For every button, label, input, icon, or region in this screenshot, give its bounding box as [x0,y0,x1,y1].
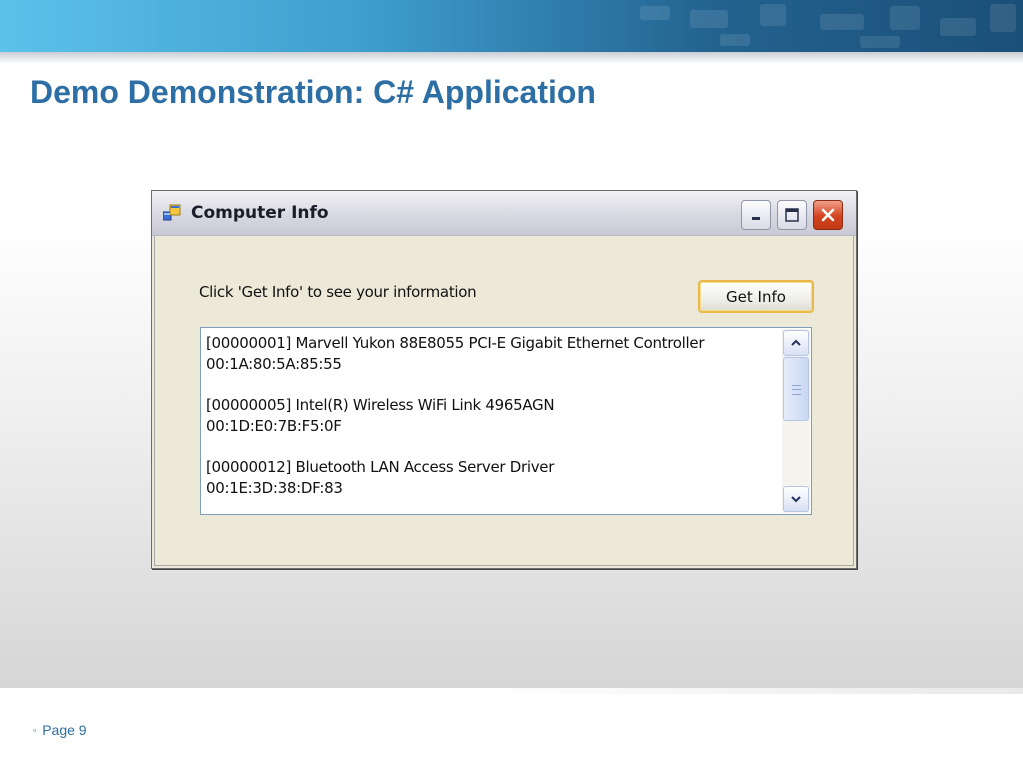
maximize-button[interactable] [777,200,807,230]
banner-shadow [0,52,1023,64]
get-info-button[interactable]: Get Info [698,280,814,313]
slide-title: Demo Demonstration: C# Application [30,74,596,110]
minimize-icon [752,217,760,220]
window-title: Computer Info [191,203,329,223]
list-item[interactable]: [00000012] Bluetooth LAN Access Server D… [206,457,778,478]
application-icon [163,204,181,221]
scroll-down-button[interactable] [783,486,809,512]
minimize-button[interactable] [741,200,771,230]
vertical-scrollbar[interactable] [782,329,810,513]
close-icon [821,208,835,222]
window-titlebar[interactable]: Computer Info [152,191,856,236]
list-item[interactable]: 00:1E:3D:38:DF:83 [206,478,778,499]
list-item[interactable]: 00:1D:E0:7B:F5:0F [206,416,778,437]
grip-icon [792,385,801,395]
bullet-icon: ▫ [33,725,37,735]
instruction-label: Click 'Get Info' to see your information [199,283,477,301]
list-item[interactable]: 00:1A:80:5A:85:55 [206,354,778,375]
list-item[interactable]: [00000001] Marvell Yukon 88E8055 PCI-E G… [206,333,778,354]
close-button[interactable] [813,200,843,230]
bottom-strip [470,688,1023,694]
page-number: ▫ Page 9 [33,722,87,738]
scrollbar-thumb[interactable] [783,357,809,421]
listbox-content: [00000001] Marvell Yukon 88E8055 PCI-E G… [206,333,778,499]
list-item[interactable]: [00000005] Intel(R) Wireless WiFi Link 4… [206,395,778,416]
chevron-up-icon [791,339,801,346]
maximize-icon [785,208,799,222]
computer-info-window: Computer Info Click 'Get Info' to see yo… [151,190,857,569]
scroll-up-button[interactable] [783,330,809,356]
chevron-down-icon [791,496,801,503]
page-label: Page 9 [42,722,87,738]
info-listbox[interactable]: [00000001] Marvell Yukon 88E8055 PCI-E G… [200,327,812,515]
header-banner [0,0,1023,52]
